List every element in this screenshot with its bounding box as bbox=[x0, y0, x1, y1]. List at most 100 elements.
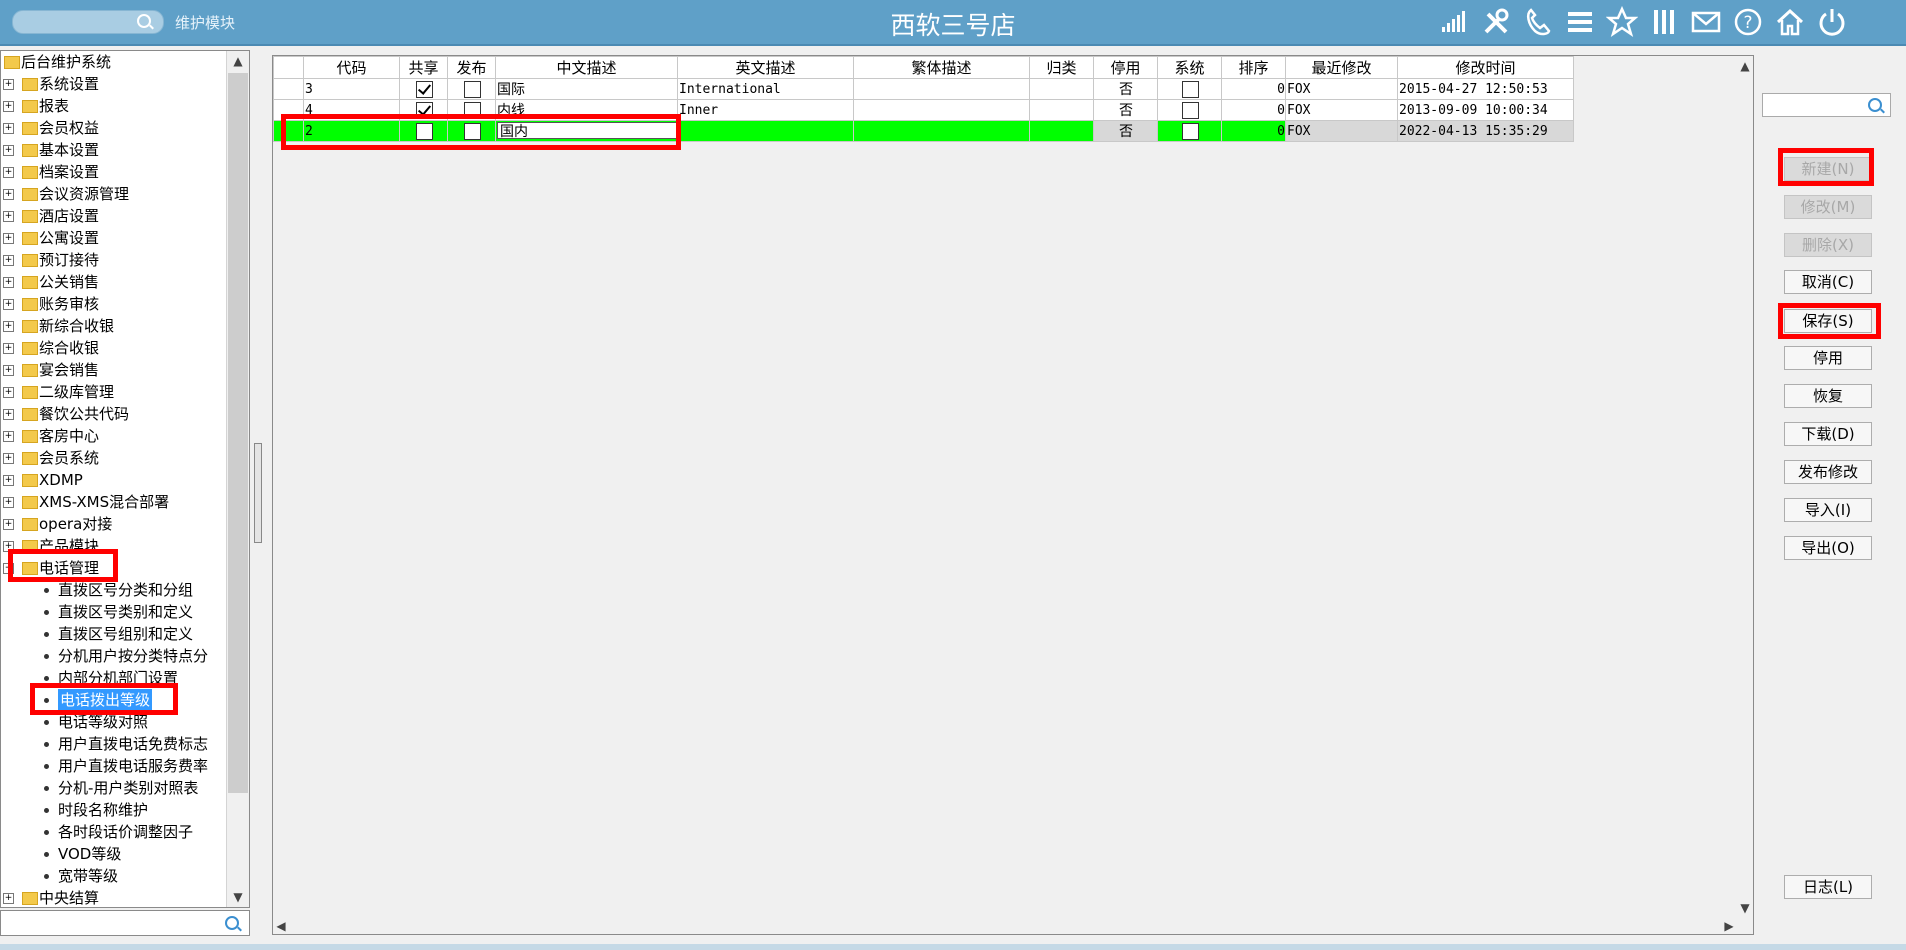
expand-icon[interactable]: + bbox=[3, 475, 14, 486]
tree-leaf[interactable]: VOD等级 bbox=[1, 843, 226, 865]
shared-checkbox[interactable] bbox=[415, 80, 433, 98]
expand-icon[interactable]: + bbox=[3, 519, 14, 530]
expand-icon[interactable]: + bbox=[3, 167, 14, 178]
shared-checkbox[interactable] bbox=[415, 101, 433, 119]
row-indicator[interactable] bbox=[273, 120, 304, 142]
tree-group[interactable]: + 客房中心 bbox=[1, 425, 226, 447]
en-desc-cell[interactable] bbox=[677, 120, 854, 142]
tree-group[interactable]: + 会议资源管理 bbox=[1, 183, 226, 205]
modified-by-cell[interactable]: FOX bbox=[1285, 78, 1398, 100]
log-button[interactable]: 日志(L) bbox=[1784, 875, 1872, 899]
category-cell[interactable] bbox=[1029, 78, 1094, 100]
signal-icon[interactable] bbox=[1438, 6, 1470, 38]
column-header[interactable]: 系统 bbox=[1157, 56, 1222, 79]
tree-group[interactable]: + 中央结算 bbox=[1, 887, 226, 907]
system-checkbox[interactable] bbox=[1181, 101, 1199, 119]
tree-group[interactable]: + 报表 bbox=[1, 95, 226, 117]
cn-desc-cell[interactable]: 国际 bbox=[495, 78, 678, 100]
expand-icon[interactable]: + bbox=[3, 541, 14, 552]
tree-group[interactable]: + 公关销售 bbox=[1, 271, 226, 293]
disabled-cell[interactable]: 否 bbox=[1093, 78, 1158, 100]
tree-group[interactable]: + 产品模块 bbox=[1, 535, 226, 557]
system-checkbox[interactable] bbox=[1181, 122, 1199, 140]
grid-horizontal-scrollbar[interactable]: ◀ ▶ bbox=[273, 918, 1737, 934]
expand-icon[interactable]: + bbox=[3, 343, 14, 354]
expand-icon[interactable]: + bbox=[3, 189, 14, 200]
tree-leaf-selected[interactable]: 电话拨出等级 bbox=[1, 689, 226, 711]
tree-leaf[interactable]: 内部分机部门设置 bbox=[1, 667, 226, 689]
power-icon[interactable] bbox=[1816, 6, 1848, 38]
disable-button[interactable]: 停用 bbox=[1784, 346, 1872, 370]
tree-root[interactable]: 后台维护系统 bbox=[1, 51, 226, 73]
modified-at-cell[interactable]: 2022-04-13 15:35:29 bbox=[1397, 120, 1574, 142]
tree-group-expanded[interactable]: − 电话管理 bbox=[1, 557, 226, 579]
expand-icon[interactable]: + bbox=[3, 79, 14, 90]
delete-button[interactable]: 删除(X) bbox=[1784, 233, 1872, 257]
collapse-icon[interactable]: − bbox=[3, 563, 14, 574]
en-desc-cell[interactable]: Inner bbox=[677, 99, 854, 121]
table-row[interactable]: 3 国际 International 否 0 FOX 2015-04-27 12… bbox=[273, 78, 1574, 100]
tree-leaf[interactable]: 用户直拨电话免费标志 bbox=[1, 733, 226, 755]
disabled-cell[interactable]: 否 bbox=[1093, 99, 1158, 121]
expand-icon[interactable]: + bbox=[3, 453, 14, 464]
row-indicator[interactable] bbox=[273, 99, 304, 121]
star-icon[interactable] bbox=[1605, 5, 1639, 38]
tree-group[interactable]: + 酒店设置 bbox=[1, 205, 226, 227]
modified-at-cell[interactable]: 2013-09-09 10:00:34 bbox=[1397, 99, 1574, 121]
published-checkbox[interactable] bbox=[463, 101, 481, 119]
shared-cell[interactable] bbox=[399, 99, 448, 121]
table-row[interactable]: 4 内线 Inner 否 0 FOX 2013-09-09 10:00:34 bbox=[273, 99, 1574, 121]
column-header[interactable]: 修改时间 bbox=[1397, 56, 1574, 79]
tree-group[interactable]: + 预订接待 bbox=[1, 249, 226, 271]
tree-group[interactable]: + 档案设置 bbox=[1, 161, 226, 183]
shared-cell[interactable] bbox=[399, 78, 448, 100]
scroll-thumb[interactable] bbox=[228, 73, 248, 793]
tree-scrollbar[interactable]: ▲ ▼ bbox=[226, 51, 249, 907]
tree-group[interactable]: + 会员权益 bbox=[1, 117, 226, 139]
expand-icon[interactable]: + bbox=[3, 387, 14, 398]
published-cell[interactable] bbox=[447, 99, 496, 121]
mail-icon[interactable] bbox=[1690, 6, 1722, 38]
export-button[interactable]: 导出(O) bbox=[1784, 536, 1872, 560]
expand-icon[interactable]: + bbox=[3, 233, 14, 244]
column-header[interactable]: 归类 bbox=[1029, 56, 1094, 79]
expand-icon[interactable]: + bbox=[3, 211, 14, 222]
column-header[interactable]: 排序 bbox=[1221, 56, 1286, 79]
scroll-up-icon[interactable]: ▲ bbox=[227, 51, 249, 71]
expand-icon[interactable]: + bbox=[3, 497, 14, 508]
column-header[interactable]: 共享 bbox=[399, 56, 448, 79]
tree-leaf[interactable]: 宽带等级 bbox=[1, 865, 226, 887]
published-cell[interactable] bbox=[447, 78, 496, 100]
import-button[interactable]: 导入(I) bbox=[1784, 498, 1872, 522]
column-header[interactable]: 代码 bbox=[303, 56, 400, 79]
tools-icon[interactable] bbox=[1480, 6, 1512, 38]
modified-at-cell[interactable]: 2015-04-27 12:50:53 bbox=[1397, 78, 1574, 100]
cn-desc-cell[interactable] bbox=[495, 120, 678, 142]
tree-group[interactable]: + 新综合收银 bbox=[1, 315, 226, 337]
grid-vertical-scrollbar[interactable]: ▲ ▼ bbox=[1737, 56, 1753, 918]
row-indicator[interactable] bbox=[273, 78, 304, 100]
column-header[interactable]: 中文描述 bbox=[495, 56, 678, 79]
menu-icon[interactable] bbox=[1564, 6, 1596, 38]
tree-group[interactable]: + XMS-XMS混合部署 bbox=[1, 491, 226, 513]
expand-icon[interactable]: + bbox=[3, 255, 14, 266]
modify-button[interactable]: 修改(M) bbox=[1784, 195, 1872, 219]
expand-icon[interactable]: + bbox=[3, 101, 14, 112]
tw-desc-cell[interactable] bbox=[853, 99, 1030, 121]
tree-group[interactable]: + 二级库管理 bbox=[1, 381, 226, 403]
help-icon[interactable]: ? bbox=[1732, 6, 1764, 38]
expand-icon[interactable]: + bbox=[3, 145, 14, 156]
code-cell[interactable]: 2 bbox=[303, 120, 400, 142]
publish-button[interactable]: 发布修改 bbox=[1784, 460, 1872, 484]
scroll-down-icon[interactable]: ▼ bbox=[227, 887, 249, 907]
tree-leaf[interactable]: 各时段话价调整因子 bbox=[1, 821, 226, 843]
tree-group[interactable]: + 系统设置 bbox=[1, 73, 226, 95]
en-desc-cell[interactable]: International bbox=[677, 78, 854, 100]
tree-leaf[interactable]: 直拨区号组别和定义 bbox=[1, 623, 226, 645]
column-header[interactable]: 最近修改 bbox=[1285, 56, 1398, 79]
scroll-right-icon[interactable]: ▶ bbox=[1721, 916, 1737, 936]
disabled-cell[interactable]: 否 bbox=[1093, 120, 1158, 142]
expand-icon[interactable]: + bbox=[3, 123, 14, 134]
tw-desc-cell[interactable] bbox=[853, 120, 1030, 142]
tree-leaf[interactable]: 直拨区号分类和分组 bbox=[1, 579, 226, 601]
